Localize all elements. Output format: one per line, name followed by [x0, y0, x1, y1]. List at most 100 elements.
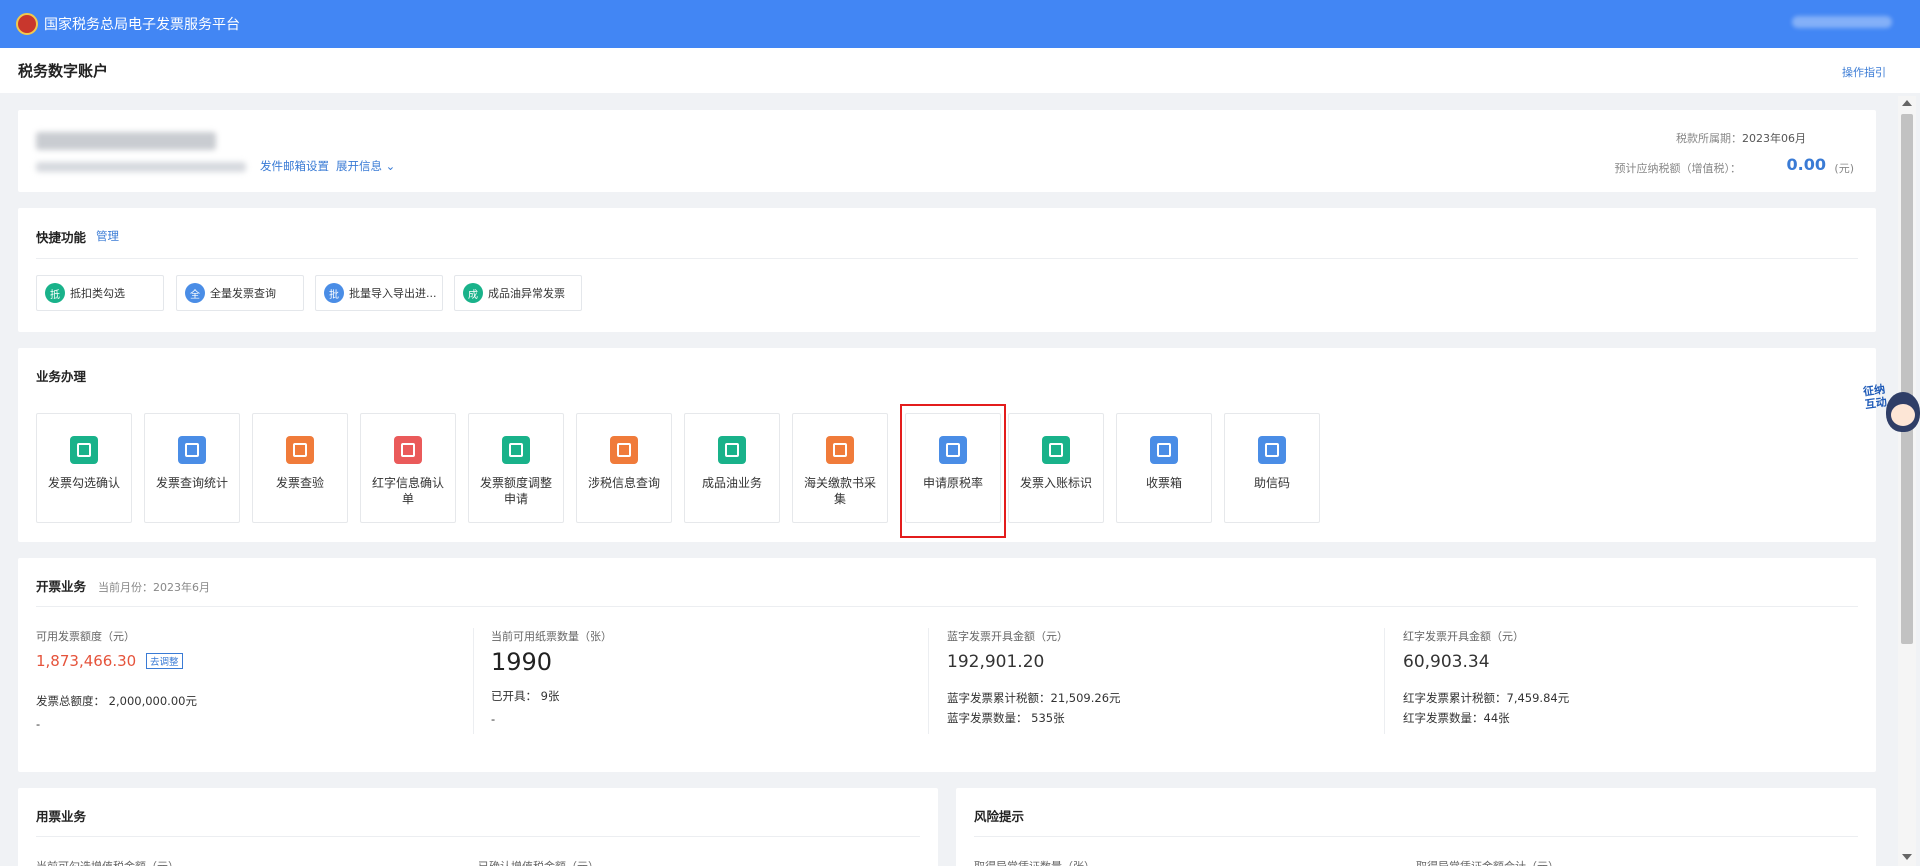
divider: [928, 628, 929, 734]
divider: [36, 836, 920, 837]
red-invoice-stat: 红字发票开具金额（元） 60,903.34 红字发票累计税额：7,459.84元…: [1403, 628, 1843, 726]
chevron-down-icon: ⌄: [385, 159, 396, 173]
company-card: 发件邮箱设置 展开信息 ⌄ 税款所属期： 2023年06月 预计应纳税额（增值税…: [18, 110, 1876, 192]
tax-period-label: 税款所属期：: [1676, 132, 1742, 145]
quick-functions-card: 快捷功能 管理 抵 抵扣类勾选 全 全量发票查询 批 批量导入导出进... 成 …: [18, 208, 1876, 332]
tile-red-info-confirm[interactable]: 红字信息确认单: [360, 413, 456, 523]
divider: [36, 606, 1858, 607]
quick-item-batch-import-export[interactable]: 批 批量导入导出进...: [315, 275, 443, 311]
customs-doc-icon: [826, 436, 854, 464]
tile-label: 发票查验: [275, 476, 324, 490]
quick-item-label: 成品油异常发票: [488, 287, 565, 300]
tile-oil-business[interactable]: 成品油业务: [684, 413, 780, 523]
blue-count-line: 蓝字发票数量： 535张: [947, 711, 1065, 725]
tile-label: 海关缴款书采集: [803, 476, 876, 506]
divider: [974, 836, 1858, 837]
mail-icon: [1150, 436, 1178, 464]
tile-invoice-inbox[interactable]: 收票箱: [1116, 413, 1212, 523]
scroll-up-arrow-icon[interactable]: [1902, 100, 1912, 106]
usage-card: 用票业务 当前可勾选增值税金额（元） 已确认增值税金额（元）: [18, 788, 938, 866]
page-title: 税务数字账户: [18, 62, 109, 80]
assistant-label: 征纳互动: [1862, 382, 1888, 412]
company-id-blurred: [36, 162, 246, 172]
available-quota-value: 1,873,466.30: [36, 652, 137, 670]
red-amount-value: 60,903.34: [1403, 652, 1490, 672]
issued-dash: -: [491, 712, 496, 726]
batch-badge-icon: 批: [324, 283, 344, 303]
blue-amount-label: 蓝字发票开具金额（元）: [947, 630, 1068, 643]
quick-item-deduction-select[interactable]: 抵 抵扣类勾选: [36, 275, 164, 311]
invoicing-title: 开票业务: [36, 579, 87, 594]
red-doc-icon: [394, 436, 422, 464]
issued-line: 已开具： 9张: [491, 689, 560, 703]
tile-credit-code[interactable]: 助信码: [1224, 413, 1320, 523]
current-month-label: 当前月份：2023年6月: [98, 581, 210, 594]
quick-item-label: 批量导入导出进...: [349, 287, 437, 300]
tile-invoice-select-confirm[interactable]: 发票勾选确认: [36, 413, 132, 523]
risk-title: 风险提示: [974, 809, 1025, 824]
risk-card: 风险提示 取得异常凭证数量（张） 取得异常凭证金额合计（元）: [956, 788, 1876, 866]
paper-count-label: 当前可用纸票数量（张）: [491, 630, 612, 643]
operation-guide-link[interactable]: 操作指引: [1842, 64, 1886, 80]
estimated-tax-value: 0.00: [1786, 155, 1826, 174]
risk-col-abnormal-amount: 取得异常凭证金额合计（元）: [1416, 858, 1559, 866]
verify-ticket-icon: [286, 436, 314, 464]
expand-info-link[interactable]: 展开信息 ⌄: [336, 158, 395, 174]
quick-item-oil-abnormal-invoice[interactable]: 成 成品油异常发票: [454, 275, 582, 311]
usage-col-selectable: 当前可勾选增值税金额（元）: [36, 858, 179, 866]
quick-item-label: 全量发票查询: [210, 287, 276, 300]
tile-quota-adjust-apply[interactable]: 发票额度调整申请: [468, 413, 564, 523]
tile-customs-payment-collect[interactable]: 海关缴款书采集: [792, 413, 888, 523]
estimated-tax-unit: (元): [1834, 162, 1854, 175]
divider: [36, 258, 1858, 259]
quota-dash: -: [36, 716, 41, 731]
business-title: 业务办理: [36, 369, 87, 384]
oil-icon: [718, 436, 746, 464]
mail-settings-link[interactable]: 发件邮箱设置: [260, 158, 329, 174]
risk-col-abnormal-count: 取得异常凭证数量（张）: [974, 858, 1095, 866]
tile-tax-info-query[interactable]: 涉税信息查询: [576, 413, 672, 523]
oil-badge-icon: 成: [463, 283, 483, 303]
tile-label: 收票箱: [1145, 476, 1182, 490]
tile-label: 涉税信息查询: [587, 476, 660, 490]
tax-bureau-logo-icon: [16, 13, 38, 35]
scroll-down-arrow-icon[interactable]: [1902, 854, 1912, 860]
expand-info-label: 展开信息: [336, 159, 382, 173]
tile-label: 助信码: [1253, 476, 1290, 490]
full-query-badge-icon: 全: [185, 283, 205, 303]
quick-item-full-invoice-query[interactable]: 全 全量发票查询: [176, 275, 304, 311]
available-quota-label: 可用发票额度（元）: [36, 630, 135, 643]
tile-invoice-verify[interactable]: 发票查验: [252, 413, 348, 523]
tile-label: 发票查询统计: [155, 476, 228, 490]
user-info-blurred[interactable]: [1792, 16, 1892, 28]
edit-doc-icon: [502, 436, 530, 464]
tax-period-value: 2023年06月: [1742, 132, 1806, 145]
divider: [1384, 628, 1385, 734]
invoicing-card: 开票业务 当前月份：2023年6月 可用发票额度（元） 1,873,466.30…: [18, 558, 1876, 772]
tile-label: 发票额度调整申请: [479, 476, 552, 506]
blue-amount-value: 192,901.20: [947, 652, 1045, 672]
tile-label: 发票勾选确认: [47, 476, 120, 490]
adjust-quota-button[interactable]: 去调整: [146, 652, 183, 669]
platform-title: 国家税务总局电子发票服务平台: [44, 17, 240, 33]
tile-label: 发票入账标识: [1019, 476, 1092, 490]
quick-item-label: 抵扣类勾选: [70, 287, 125, 300]
assistant-face: [1891, 404, 1915, 426]
estimated-tax-label: 预计应纳税额（增值税）：: [1614, 162, 1742, 175]
tile-invoice-account-mark[interactable]: 发票入账标识: [1008, 413, 1104, 523]
search-doc-icon: [178, 436, 206, 464]
assistant-float-button[interactable]: 征纳互动: [1862, 378, 1920, 440]
tile-label: 红字信息确认单: [371, 476, 444, 506]
divider: [473, 628, 474, 734]
manage-link[interactable]: 管理: [96, 228, 119, 244]
available-quota-stat: 可用发票额度（元） 1,873,466.30 去调整 发票总额度： 2,000,…: [36, 628, 476, 731]
tax-search-icon: [610, 436, 638, 464]
business-card: 业务办理 发票勾选确认 发票查询统计 发票查验 红字信息确认单 发票额度调整申请…: [18, 348, 1876, 542]
tile-label: 成品油业务: [701, 476, 762, 490]
qr-code-icon: [1258, 436, 1286, 464]
total-quota-line: 发票总额度： 2,000,000.00元: [36, 693, 197, 708]
red-tax-line: 红字发票累计税额：7,459.84元: [1403, 691, 1570, 705]
page-scrollbar[interactable]: [1898, 96, 1916, 866]
quick-functions-title: 快捷功能: [36, 230, 87, 245]
tile-invoice-query-stats[interactable]: 发票查询统计: [144, 413, 240, 523]
